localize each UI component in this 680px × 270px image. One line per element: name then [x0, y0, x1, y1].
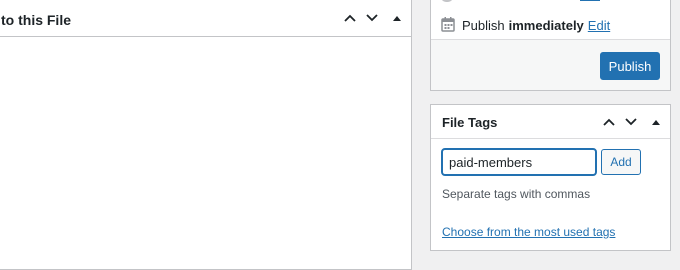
tags-toggle-panel-button[interactable] — [642, 105, 670, 138]
chevron-down-icon — [625, 117, 637, 125]
caret-up-icon — [393, 16, 401, 21]
add-tag-button[interactable]: Add — [601, 149, 641, 175]
tags-move-up-button[interactable] — [598, 105, 620, 138]
file-meta-box: to this File — [0, 0, 412, 270]
edit-link-remnant — [580, 0, 600, 1]
meta-box-header: to this File — [0, 0, 411, 37]
meta-box-title: to this File — [1, 11, 71, 28]
tags-box-title: File Tags — [442, 114, 498, 130]
publish-schedule-row: Publish immediately Edit — [441, 16, 610, 35]
toggle-panel-button[interactable] — [383, 0, 411, 37]
new-tag-input[interactable] — [441, 148, 597, 176]
publish-box: Publish immediately Edit Publish — [430, 0, 671, 91]
tags-box-header: File Tags — [431, 105, 670, 139]
file-tags-box: File Tags Add Separate tags with commas … — [430, 104, 671, 251]
chevron-up-icon — [344, 14, 356, 22]
most-used-tags-link[interactable]: Choose from the most used tags — [442, 225, 615, 239]
calendar-icon — [441, 16, 455, 35]
tags-help-text: Separate tags with commas — [442, 187, 591, 201]
publish-status: immediately — [508, 18, 584, 33]
chevron-up-icon — [603, 118, 615, 126]
publish-label: Publish — [462, 18, 505, 33]
publish-button[interactable]: Publish — [600, 52, 660, 80]
move-down-button[interactable] — [361, 0, 383, 37]
edit-schedule-link[interactable]: Edit — [588, 18, 610, 33]
meta-box-handle-actions — [339, 0, 411, 37]
chevron-down-icon — [366, 14, 378, 22]
tags-move-down-button[interactable] — [620, 105, 642, 138]
move-up-button[interactable] — [339, 0, 361, 37]
tags-handle-actions — [598, 105, 670, 138]
publish-actions: Publish — [431, 39, 670, 90]
status-icon-remnant — [441, 0, 453, 2]
caret-up-icon — [652, 119, 660, 125]
